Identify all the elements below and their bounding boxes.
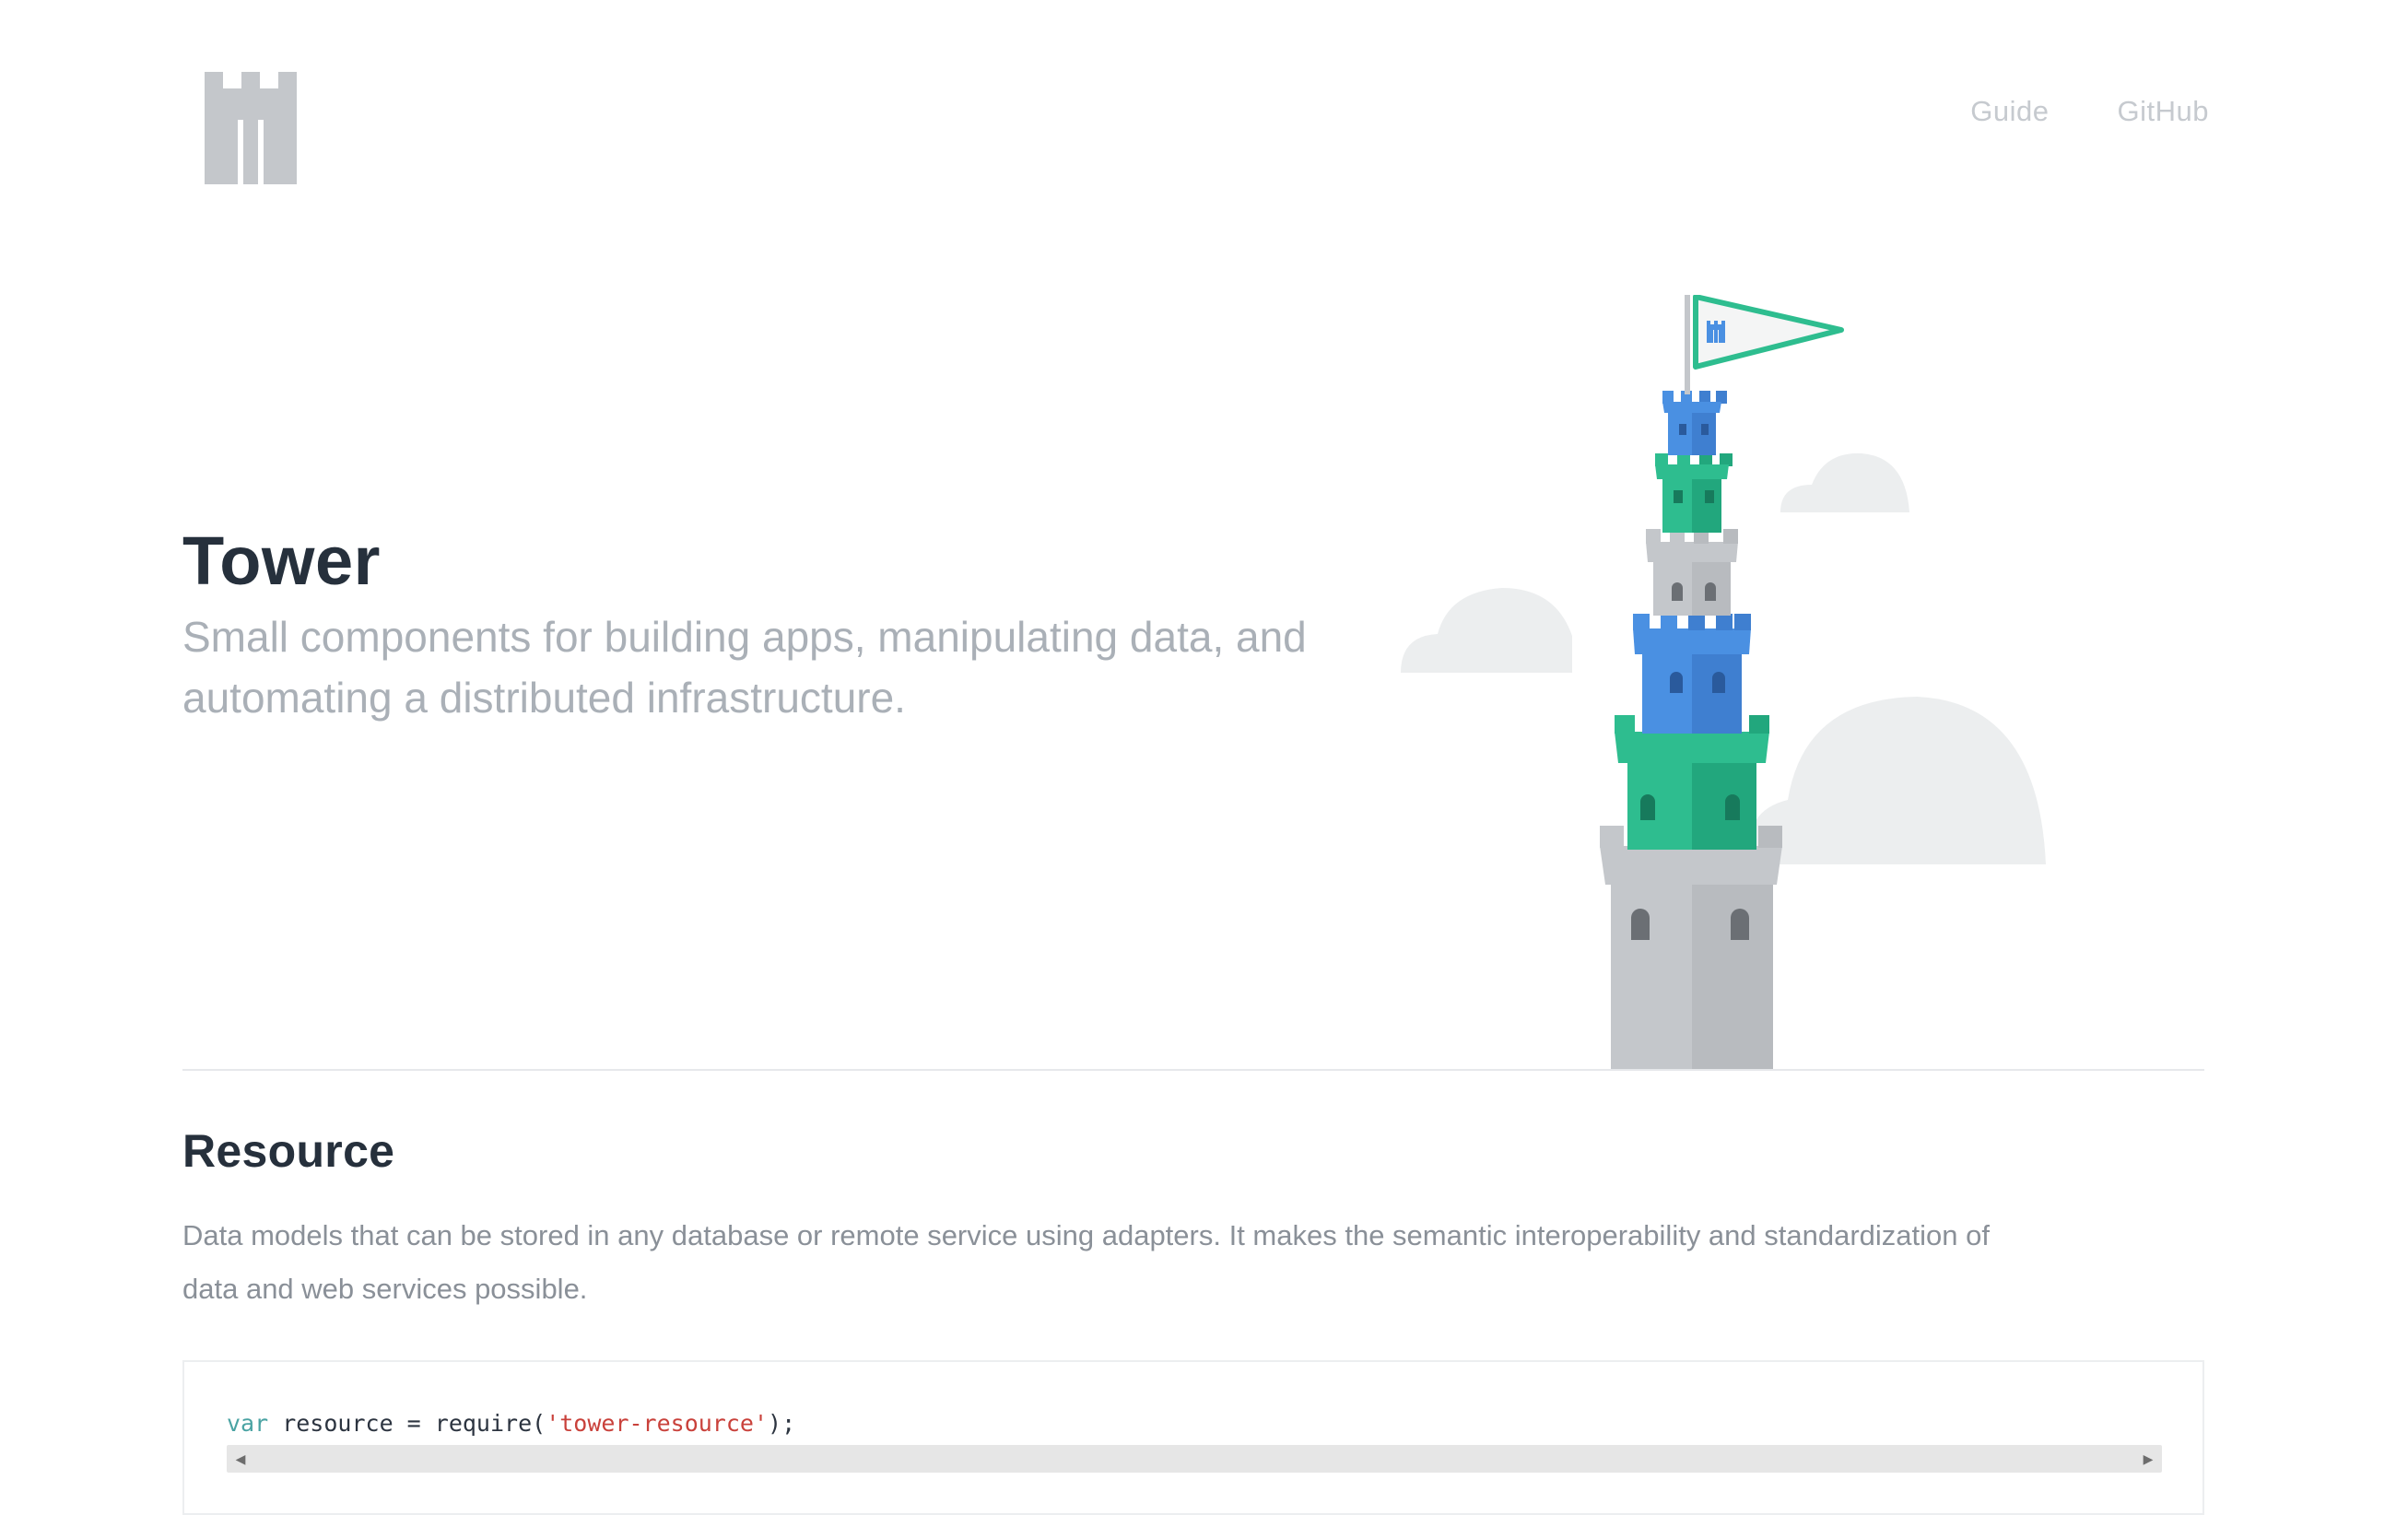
code-block: var resource = require('tower-resource')… [182, 1360, 2204, 1515]
tower-logo-icon[interactable] [201, 72, 300, 184]
tower-base-section [1600, 826, 1782, 1071]
scroll-left-arrow-icon[interactable]: ◀ [227, 1445, 254, 1473]
flag-icon [1685, 295, 1844, 394]
code-text-after: ); [768, 1410, 796, 1437]
code-string: 'tower-resource' [546, 1410, 769, 1437]
hero-subtitle-line2: automating a distributed infrastructure. [182, 673, 906, 722]
hero-title: Tower [182, 523, 381, 599]
nav-github-link[interactable]: GitHub [2118, 95, 2209, 128]
resource-description-line2: data and web services possible. [182, 1273, 588, 1305]
nav-guide-link[interactable]: Guide [1970, 95, 2049, 128]
hero-subtitle-line1: Small components for building apps, mani… [182, 613, 1307, 662]
tower-upper-green-section [1655, 453, 1733, 533]
resource-description-line1: Data models that can be stored in any da… [182, 1219, 1990, 1251]
tower-blue-section [1633, 614, 1751, 734]
resource-description: Data models that can be stored in any da… [182, 1209, 2204, 1316]
code-line: var resource = require('tower-resource')… [227, 1410, 795, 1437]
hero: Tower Small components for building apps… [182, 523, 1371, 728]
tower-gray-section [1646, 529, 1738, 616]
tower-illustration [1401, 295, 2046, 1071]
horizontal-scrollbar[interactable]: ◀ ▶ [227, 1445, 2162, 1473]
hero-subtitle: Small components for building apps, mani… [182, 607, 1371, 728]
resource-section: Resource Data models that can be stored … [182, 1124, 2204, 1316]
section-divider [182, 1069, 2204, 1071]
tower-green-section [1615, 715, 1769, 850]
code-text-before: resource = require( [268, 1410, 546, 1437]
scroll-right-arrow-icon[interactable]: ▶ [2134, 1445, 2162, 1473]
tower-top-blue-section [1662, 391, 1727, 455]
top-nav: Guide GitHub [1970, 95, 2209, 128]
code-keyword: var [227, 1410, 269, 1437]
resource-heading: Resource [182, 1125, 395, 1177]
